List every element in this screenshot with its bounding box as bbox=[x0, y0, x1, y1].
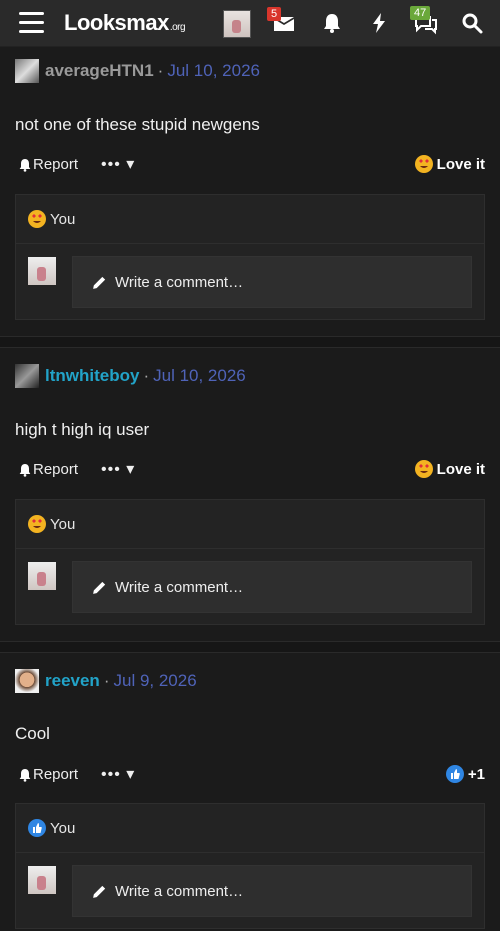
more-options-button[interactable]: ••• ▾ bbox=[101, 459, 135, 479]
post: averageHTN1 · Jul 10, 2026 not one of th… bbox=[0, 46, 500, 336]
comment-row: Write a comment… bbox=[16, 549, 484, 627]
author-avatar[interactable] bbox=[15, 364, 39, 388]
comment-input[interactable]: Write a comment… bbox=[72, 561, 472, 613]
comment-placeholder: Write a comment… bbox=[115, 882, 244, 900]
pencil-icon bbox=[93, 885, 106, 898]
heart-eyes-emoji-icon bbox=[414, 460, 433, 478]
comment-input[interactable]: Write a comment… bbox=[72, 865, 472, 917]
pencil-icon bbox=[93, 276, 106, 289]
comment-input[interactable]: Write a comment… bbox=[72, 256, 472, 308]
reaction-button[interactable]: +1 bbox=[445, 765, 485, 783]
author-username[interactable]: ltnwhiteboy bbox=[45, 366, 139, 386]
reaction-summary[interactable]: You bbox=[16, 500, 484, 549]
post: ltnwhiteboy · Jul 10, 2026 high t high i… bbox=[0, 350, 500, 640]
thumbs-up-emoji-icon bbox=[28, 819, 46, 837]
report-button[interactable]: Report bbox=[17, 461, 78, 478]
author-avatar[interactable] bbox=[15, 59, 39, 83]
report-button[interactable]: Report bbox=[17, 156, 78, 173]
site-logo[interactable]: Looksmax.org bbox=[64, 10, 186, 36]
logo-text: Looksmax bbox=[64, 10, 169, 35]
reaction-button[interactable]: Love it bbox=[414, 155, 485, 173]
more-options-button[interactable]: ••• ▾ bbox=[101, 764, 135, 784]
post-actions: Report ••• ▾ +1 bbox=[15, 764, 485, 788]
report-button[interactable]: Report bbox=[17, 766, 78, 783]
reaction-user-label: You bbox=[50, 515, 76, 533]
bell-icon bbox=[19, 463, 31, 477]
menu-icon[interactable] bbox=[19, 12, 45, 34]
post-divider bbox=[0, 336, 500, 348]
post-actions: Report ••• ▾ Love it bbox=[15, 154, 485, 178]
post-author-row: reeven · Jul 9, 2026 bbox=[15, 669, 197, 693]
reaction-summary[interactable]: You bbox=[16, 804, 484, 853]
post-message: Cool bbox=[15, 724, 50, 743]
reaction-label: Love it bbox=[436, 460, 485, 478]
report-label: Report bbox=[33, 461, 79, 478]
post-date[interactable]: Jul 10, 2026 bbox=[167, 61, 260, 81]
reaction-label: +1 bbox=[467, 765, 485, 783]
commenter-avatar bbox=[28, 562, 56, 590]
thumbs-up-emoji-icon bbox=[445, 765, 464, 783]
search-icon[interactable] bbox=[460, 11, 484, 35]
comment-row: Write a comment… bbox=[16, 244, 484, 322]
comments-box: You Write a comment… bbox=[15, 499, 485, 625]
comment-placeholder: Write a comment… bbox=[115, 273, 244, 291]
user-avatar[interactable] bbox=[223, 10, 251, 38]
comment-placeholder: Write a comment… bbox=[115, 578, 244, 596]
post-author-row: averageHTN1 · Jul 10, 2026 bbox=[15, 59, 260, 83]
post-actions: Report ••• ▾ Love it bbox=[15, 459, 485, 483]
heart-eyes-emoji-icon bbox=[28, 210, 46, 228]
post-message: high t high iq user bbox=[15, 420, 150, 439]
post: reeven · Jul 9, 2026 Cool Report ••• ▾ +… bbox=[0, 655, 500, 929]
reaction-user-label: You bbox=[50, 210, 76, 228]
pencil-icon bbox=[93, 581, 106, 594]
separator-dot: · bbox=[103, 671, 110, 690]
report-label: Report bbox=[33, 766, 79, 783]
separator-dot: · bbox=[143, 366, 150, 385]
inbox-badge: 5 bbox=[267, 7, 282, 21]
alerts-badge: 47 bbox=[410, 6, 431, 20]
post-author-row: ltnwhiteboy · Jul 10, 2026 bbox=[15, 364, 246, 388]
post-divider bbox=[0, 641, 500, 653]
reaction-summary[interactable]: You bbox=[16, 195, 484, 244]
lightning-icon[interactable] bbox=[367, 11, 391, 35]
heart-eyes-emoji-icon bbox=[414, 155, 433, 173]
commenter-avatar bbox=[28, 257, 56, 285]
commenter-avatar bbox=[28, 866, 56, 894]
separator-dot: · bbox=[157, 61, 164, 80]
reaction-button[interactable]: Love it bbox=[414, 460, 485, 478]
more-options-button[interactable]: ••• ▾ bbox=[101, 154, 135, 174]
bell-icon[interactable] bbox=[320, 11, 344, 35]
logo-suffix: .org bbox=[169, 22, 186, 33]
reaction-label: Love it bbox=[436, 155, 485, 173]
comments-box: You Write a comment… bbox=[15, 194, 485, 320]
post-date[interactable]: Jul 10, 2026 bbox=[153, 366, 246, 386]
bell-icon bbox=[19, 158, 31, 172]
post-date[interactable]: Jul 9, 2026 bbox=[114, 671, 197, 691]
bell-icon bbox=[19, 768, 31, 782]
author-username[interactable]: reeven bbox=[45, 671, 100, 691]
post-message: not one of these stupid newgens bbox=[15, 115, 260, 134]
report-label: Report bbox=[33, 156, 79, 173]
comments-box: You Write a comment… bbox=[15, 803, 485, 929]
heart-eyes-emoji-icon bbox=[28, 515, 46, 533]
reaction-user-label: You bbox=[50, 819, 76, 837]
comment-row: Write a comment… bbox=[16, 853, 484, 931]
author-avatar[interactable] bbox=[15, 669, 39, 693]
top-navigation-bar: Looksmax.org 5 47 bbox=[0, 0, 500, 47]
author-username[interactable]: averageHTN1 bbox=[45, 61, 154, 81]
